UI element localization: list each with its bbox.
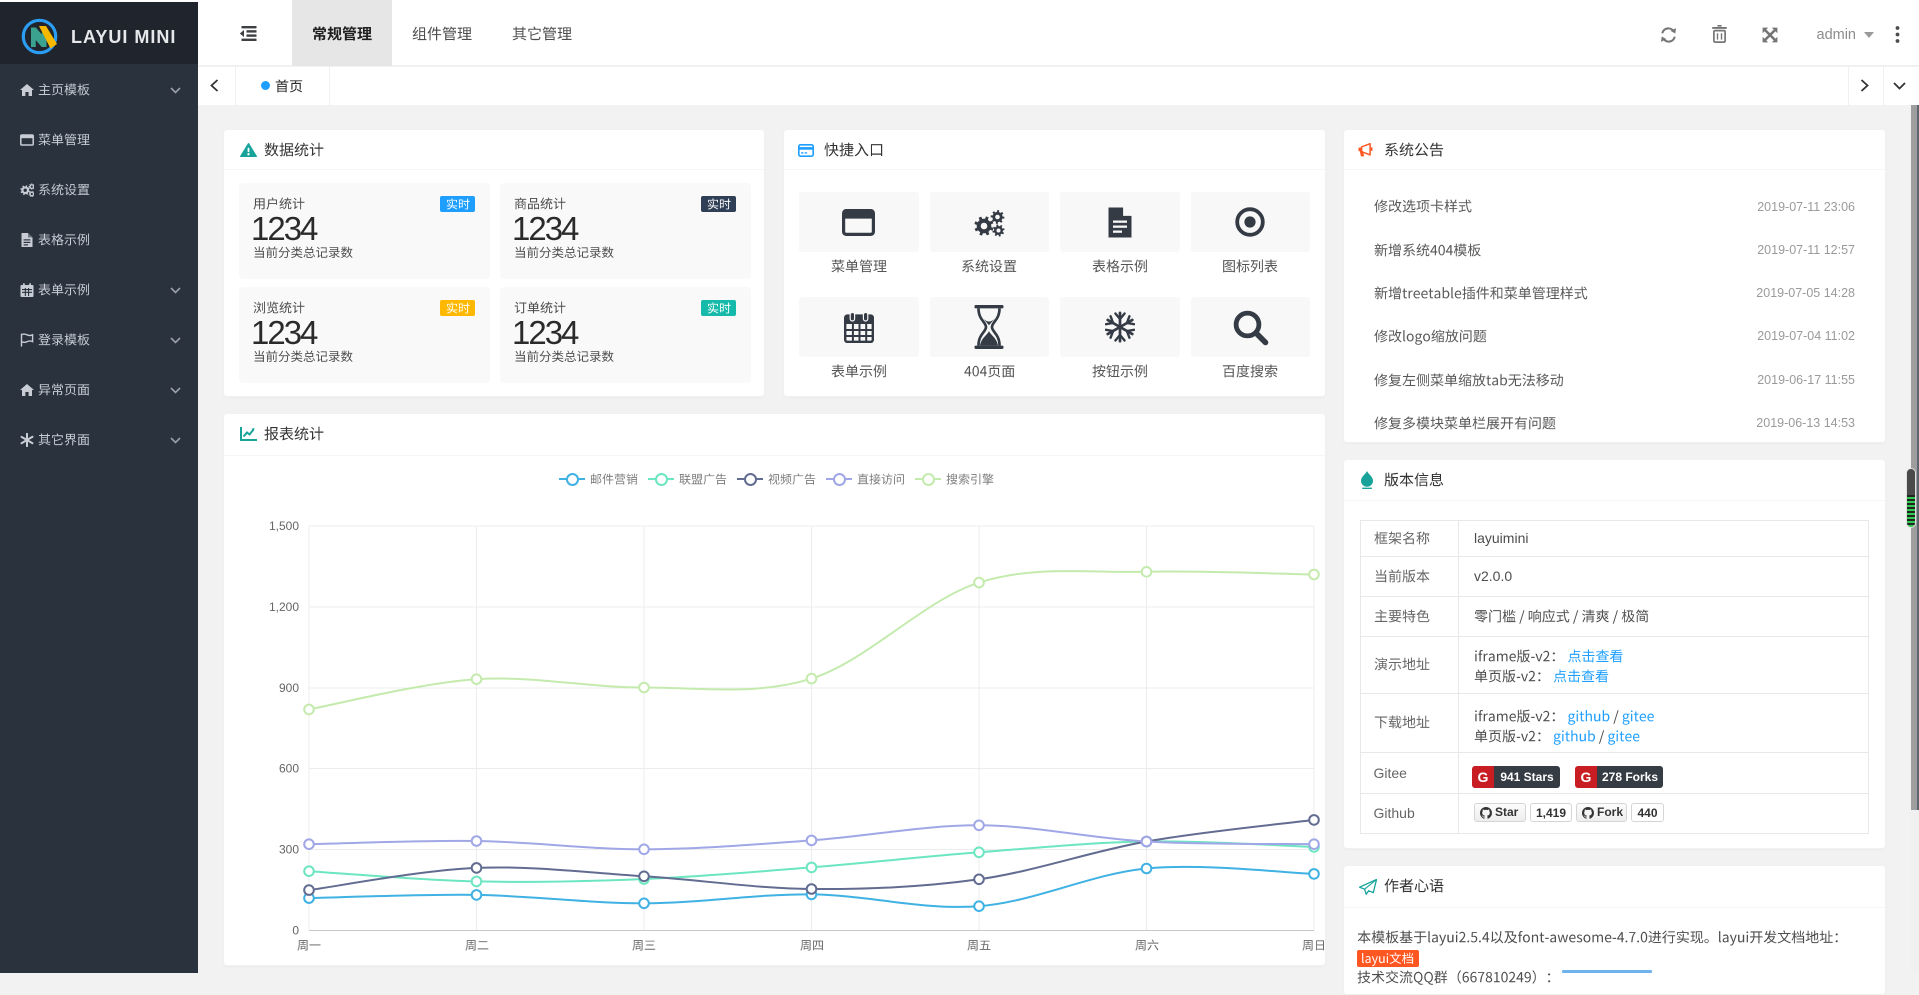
svg-text:1,200: 1,200 — [269, 600, 299, 614]
svg-text:900: 900 — [279, 681, 299, 695]
svg-text:600: 600 — [279, 762, 299, 776]
svg-text:1,500: 1,500 — [269, 519, 299, 533]
svg-text:300: 300 — [279, 843, 299, 857]
svg-text:0: 0 — [292, 924, 299, 938]
